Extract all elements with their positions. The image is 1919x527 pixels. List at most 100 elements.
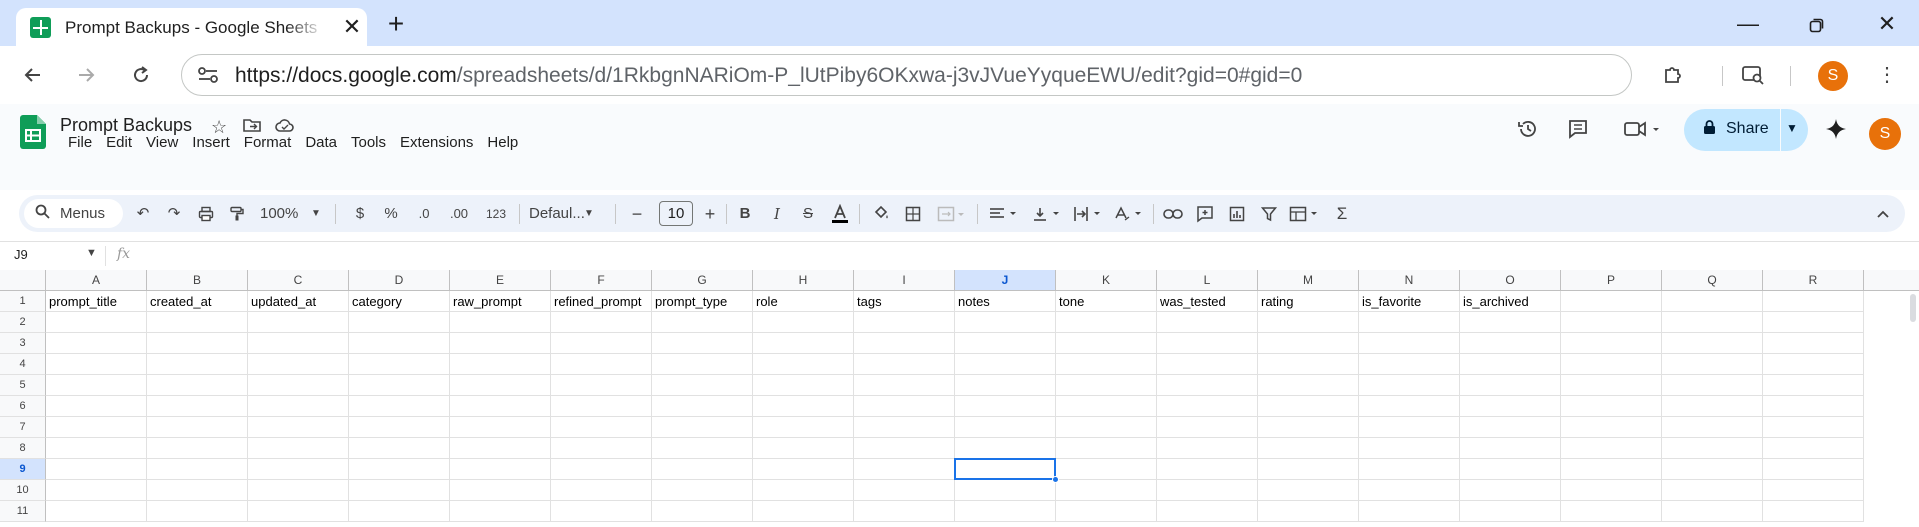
cell-d9[interactable] bbox=[349, 459, 450, 480]
borders-icon[interactable] bbox=[903, 202, 923, 226]
cell-n10[interactable] bbox=[1359, 480, 1460, 501]
restore-window-button[interactable] bbox=[1802, 10, 1832, 40]
profile-avatar[interactable]: S bbox=[1818, 61, 1848, 91]
increase-font-size-icon[interactable]: + bbox=[700, 202, 720, 226]
cell-f9[interactable] bbox=[551, 459, 652, 480]
cell-l7[interactable] bbox=[1157, 417, 1258, 438]
row-header-6[interactable]: 6 bbox=[0, 396, 46, 417]
cell-h9[interactable] bbox=[753, 459, 854, 480]
cell-c7[interactable] bbox=[248, 417, 349, 438]
cell-p8[interactable] bbox=[1561, 438, 1662, 459]
cell-i10[interactable] bbox=[854, 480, 955, 501]
cell-i5[interactable] bbox=[854, 375, 955, 396]
close-tab-icon[interactable]: ✕ bbox=[339, 14, 365, 40]
cell-j7[interactable] bbox=[955, 417, 1056, 438]
strikethrough-icon[interactable]: S bbox=[798, 202, 818, 226]
minimize-window-button[interactable]: — bbox=[1733, 10, 1763, 40]
cell-n11[interactable] bbox=[1359, 501, 1460, 522]
cell-a11[interactable] bbox=[46, 501, 147, 522]
share-button[interactable]: Share ▼ bbox=[1684, 109, 1808, 151]
close-window-button[interactable]: ✕ bbox=[1872, 10, 1902, 40]
cell-p4[interactable] bbox=[1561, 354, 1662, 375]
cell-f10[interactable] bbox=[551, 480, 652, 501]
forward-arrow-icon[interactable] bbox=[71, 60, 101, 90]
cell-c10[interactable] bbox=[248, 480, 349, 501]
cell-p3[interactable] bbox=[1561, 333, 1662, 354]
fill-handle[interactable] bbox=[1052, 476, 1059, 483]
undo-icon[interactable]: ↶ bbox=[133, 202, 153, 226]
column-header-a[interactable]: A bbox=[46, 270, 147, 291]
cell-n1[interactable]: is_favorite bbox=[1359, 291, 1460, 312]
cell-c1[interactable]: updated_at bbox=[248, 291, 349, 312]
cell-m7[interactable] bbox=[1258, 417, 1359, 438]
cell-d4[interactable] bbox=[349, 354, 450, 375]
cell-f2[interactable] bbox=[551, 312, 652, 333]
cell-o8[interactable] bbox=[1460, 438, 1561, 459]
cell-q1[interactable] bbox=[1662, 291, 1763, 312]
cell-h5[interactable] bbox=[753, 375, 854, 396]
increase-decimal-button[interactable]: .00 bbox=[445, 202, 473, 226]
filter-views-icon[interactable] bbox=[1287, 202, 1323, 226]
cell-q3[interactable] bbox=[1662, 333, 1763, 354]
row-header-5[interactable]: 5 bbox=[0, 375, 46, 396]
cell-g11[interactable] bbox=[652, 501, 753, 522]
menu-tools[interactable]: Tools bbox=[344, 132, 393, 154]
cell-d5[interactable] bbox=[349, 375, 450, 396]
cell-p11[interactable] bbox=[1561, 501, 1662, 522]
address-bar[interactable]: https://docs.google.com/spreadsheets/d/1… bbox=[181, 54, 1632, 96]
cell-i1[interactable]: tags bbox=[854, 291, 955, 312]
cell-i8[interactable] bbox=[854, 438, 955, 459]
cell-g5[interactable] bbox=[652, 375, 753, 396]
cell-e7[interactable] bbox=[450, 417, 551, 438]
cell-n8[interactable] bbox=[1359, 438, 1460, 459]
cell-m5[interactable] bbox=[1258, 375, 1359, 396]
menu-view[interactable]: View bbox=[139, 132, 185, 154]
cell-f1[interactable]: refined_prompt bbox=[551, 291, 652, 312]
print-icon[interactable] bbox=[196, 202, 216, 226]
cell-m4[interactable] bbox=[1258, 354, 1359, 375]
menu-data[interactable]: Data bbox=[298, 132, 344, 154]
cell-i3[interactable] bbox=[854, 333, 955, 354]
cell-k9[interactable] bbox=[1056, 459, 1157, 480]
cell-g3[interactable] bbox=[652, 333, 753, 354]
column-header-d[interactable]: D bbox=[349, 270, 450, 291]
cell-r6[interactable] bbox=[1763, 396, 1864, 417]
cell-j2[interactable] bbox=[955, 312, 1056, 333]
cell-n9[interactable] bbox=[1359, 459, 1460, 480]
cell-c6[interactable] bbox=[248, 396, 349, 417]
font-size-input[interactable]: 10 bbox=[659, 201, 693, 226]
cell-c9[interactable] bbox=[248, 459, 349, 480]
cell-l6[interactable] bbox=[1157, 396, 1258, 417]
cell-i11[interactable] bbox=[854, 501, 955, 522]
cell-o6[interactable] bbox=[1460, 396, 1561, 417]
formula-input[interactable] bbox=[145, 246, 1845, 266]
insert-comment-icon[interactable] bbox=[1194, 202, 1216, 226]
cell-p9[interactable] bbox=[1561, 459, 1662, 480]
decrease-font-size-icon[interactable]: − bbox=[627, 202, 647, 226]
column-header-r[interactable]: R bbox=[1763, 270, 1864, 291]
cell-b4[interactable] bbox=[147, 354, 248, 375]
column-header-g[interactable]: G bbox=[652, 270, 753, 291]
cell-r4[interactable] bbox=[1763, 354, 1864, 375]
cell-j10[interactable] bbox=[955, 480, 1056, 501]
cell-f7[interactable] bbox=[551, 417, 652, 438]
cell-c5[interactable] bbox=[248, 375, 349, 396]
cell-d1[interactable]: category bbox=[349, 291, 450, 312]
cell-k10[interactable] bbox=[1056, 480, 1157, 501]
share-dropdown-icon[interactable]: ▼ bbox=[1786, 121, 1798, 135]
menu-extensions[interactable]: Extensions bbox=[393, 132, 480, 154]
text-color-icon[interactable] bbox=[829, 202, 851, 226]
cell-b5[interactable] bbox=[147, 375, 248, 396]
number-format-button[interactable]: 123 bbox=[482, 202, 510, 226]
cell-g8[interactable] bbox=[652, 438, 753, 459]
cell-r10[interactable] bbox=[1763, 480, 1864, 501]
bold-icon[interactable]: B bbox=[735, 202, 755, 226]
cell-r1[interactable] bbox=[1763, 291, 1864, 312]
cell-j11[interactable] bbox=[955, 501, 1056, 522]
cell-g1[interactable]: prompt_type bbox=[652, 291, 753, 312]
cell-k6[interactable] bbox=[1056, 396, 1157, 417]
cell-q9[interactable] bbox=[1662, 459, 1763, 480]
collapse-toolbar-icon[interactable] bbox=[1872, 202, 1894, 226]
cell-o7[interactable] bbox=[1460, 417, 1561, 438]
cell-q8[interactable] bbox=[1662, 438, 1763, 459]
